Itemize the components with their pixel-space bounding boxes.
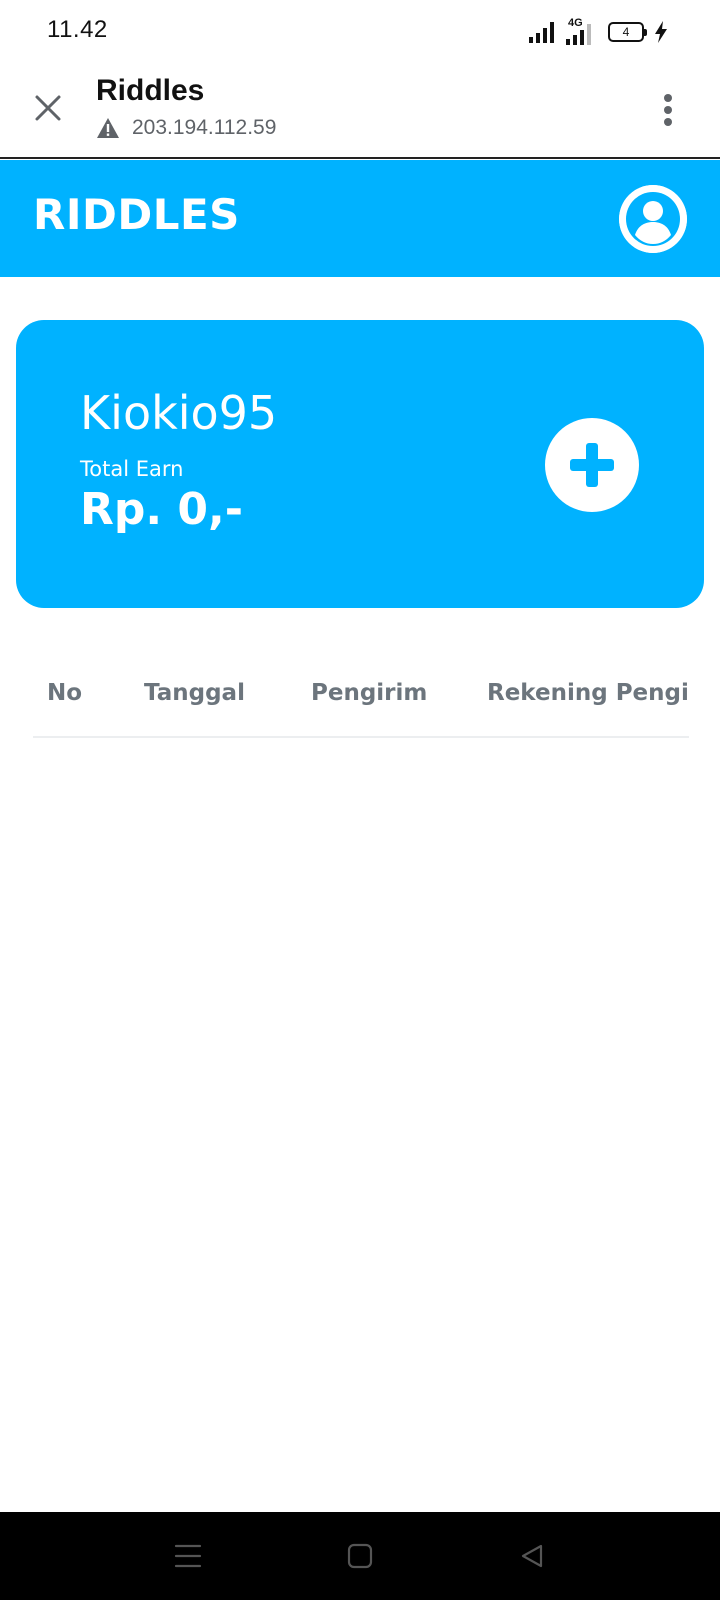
column-header-tanggal: Tanggal (144, 680, 245, 706)
column-header-rekening-pengirim: Rekening Pengirim (487, 680, 689, 706)
account-circle-icon (619, 185, 687, 253)
page-title: Riddles (96, 74, 205, 107)
add-button[interactable] (545, 418, 639, 512)
back-button[interactable] (514, 1538, 550, 1574)
plus-icon (570, 443, 614, 487)
username: Kiokio95 (80, 386, 278, 440)
back-triangle-icon (521, 1544, 543, 1568)
total-earn-value: Rp. 0,- (80, 484, 244, 535)
url-text: 203.194.112.59 (132, 116, 277, 139)
more-options-button[interactable] (656, 90, 680, 130)
app-header: RIDDLES (0, 160, 720, 277)
column-header-pengirim: Pengirim (311, 680, 428, 706)
home-button[interactable] (342, 1538, 378, 1574)
column-header-no: No (47, 680, 83, 706)
transactions-table-header: No Tanggal Pengirim Rekening Pengirim (33, 658, 689, 738)
battery-level: 4 (622, 25, 630, 39)
profile-button[interactable] (619, 185, 687, 253)
url-row[interactable]: 203.194.112.59 (96, 116, 276, 140)
app-title: RIDDLES (33, 190, 240, 239)
home-square-icon (347, 1543, 373, 1569)
more-vert-icon (664, 94, 672, 102)
system-navigation-bar (0, 1512, 720, 1600)
warning-icon (97, 118, 119, 138)
4g-signal-icon: 4G (564, 17, 598, 45)
close-icon (35, 95, 61, 121)
browser-toolbar: Riddles 203.194.112.59 (0, 64, 720, 159)
status-bar: 11.42 4G 4 (0, 0, 720, 64)
battery-icon: 4 (608, 22, 647, 42)
close-button[interactable] (28, 88, 68, 128)
menu-icon (174, 1544, 202, 1568)
status-time: 11.42 (47, 16, 108, 43)
recent-apps-button[interactable] (170, 1538, 206, 1574)
charging-icon (655, 21, 667, 43)
earnings-card: Kiokio95 Total Earn Rp. 0,- (16, 320, 704, 608)
total-earn-label: Total Earn (80, 457, 184, 481)
signal-icon (529, 21, 554, 43)
status-icons: 4G 4 (529, 17, 668, 46)
